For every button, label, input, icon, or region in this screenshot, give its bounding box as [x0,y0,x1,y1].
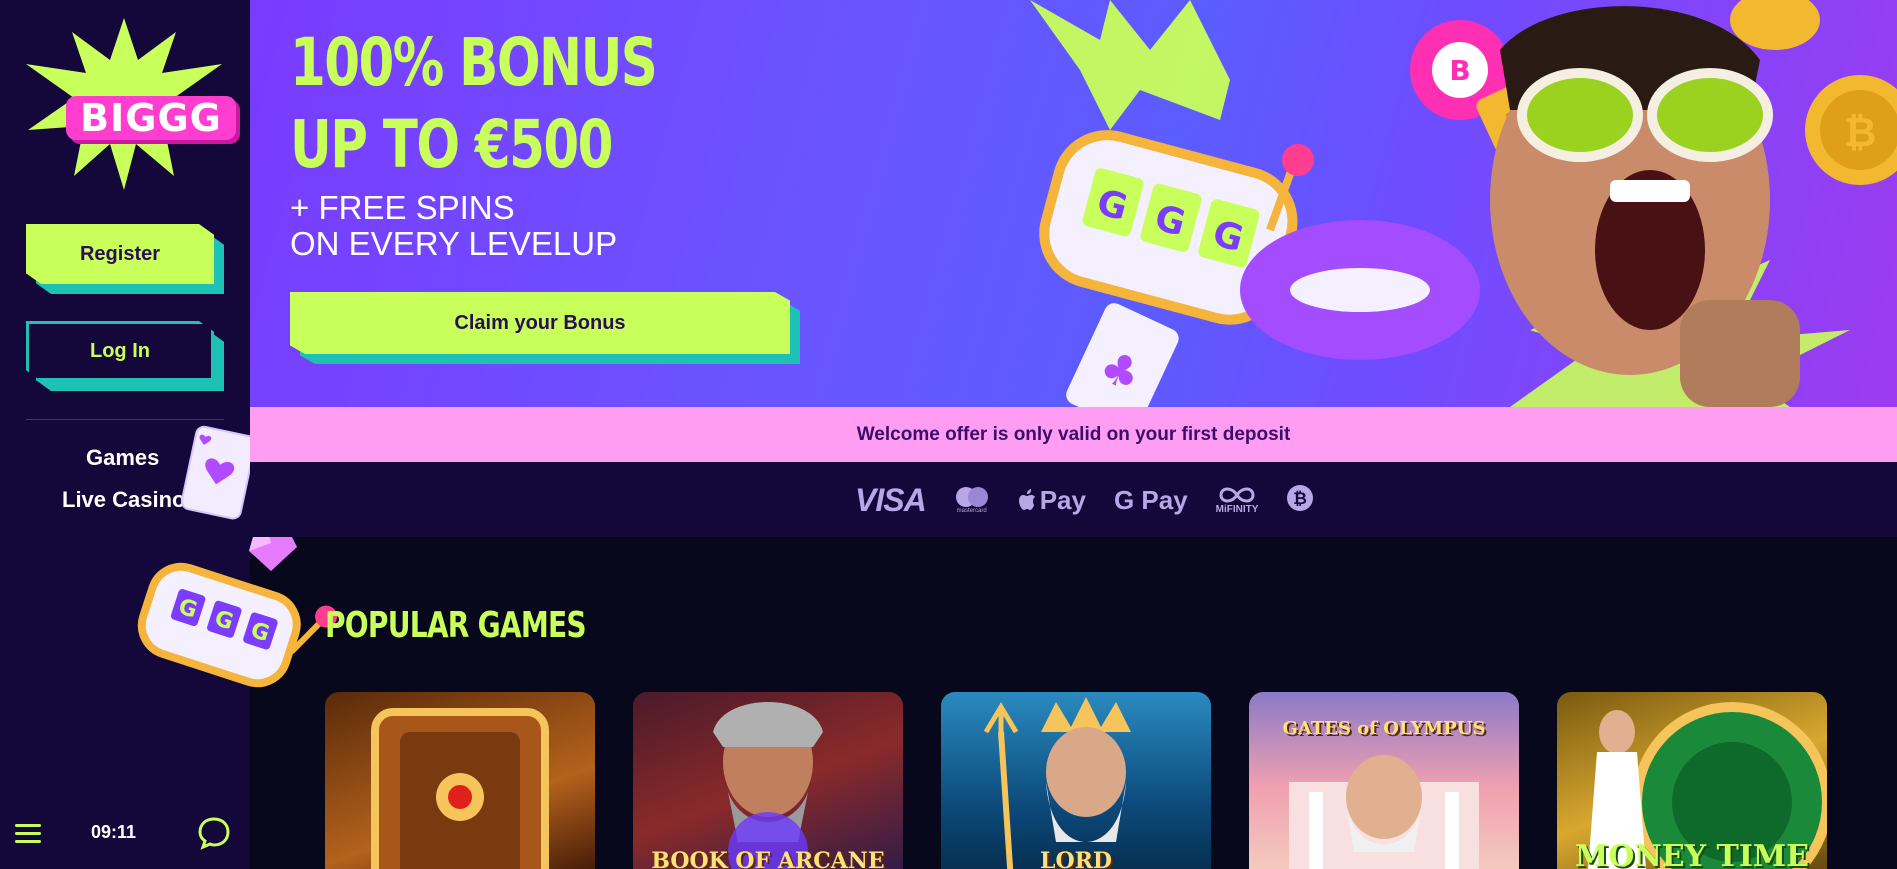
sidebar-divider [26,419,224,420]
svg-text:B: B [1449,54,1470,87]
visa-icon: VISA [855,481,927,518]
sidebar-item-live-casino[interactable]: Live Casino [62,487,185,513]
clock-time: 09:11 [91,822,137,842]
game-title: GATES of OLYMPUS [1282,718,1486,739]
login-button[interactable]: Log In [26,321,214,381]
claim-bonus-button[interactable]: Claim your Bonus [290,292,790,354]
banner-subtitle-line1: + FREE SPINS [290,189,515,226]
sidebar-footer: 09:11 [0,808,250,858]
mifinity-label: MiFINITY [1215,503,1259,515]
game-card[interactable]: MONEY TIME [1557,692,1827,869]
welcome-offer-note: Welcome offer is only valid on your firs… [250,407,1897,462]
sidebar: BIGGG Register Log In Games Live Casino [0,0,338,869]
popular-games-title: POPULAR GAMES [325,605,587,646]
sidebar-item-games[interactable]: Games [86,445,159,471]
banner-title-line2: UP TO €500 [290,106,614,183]
banner-title-line1: 100% BONUS [290,24,658,101]
game-thumbnail [371,708,549,869]
game-card[interactable]: LORD [941,692,1211,869]
game-card[interactable]: BOOK OF ARCANE [633,692,903,869]
mifinity-icon: MiFINITY [1215,486,1259,515]
apple-pay-label: Pay [1039,484,1086,515]
game-card[interactable] [325,692,595,869]
svg-text:₿: ₿ [1844,110,1877,156]
game-title: BOOK OF ARCANE [651,848,885,869]
banner-subtitle-line2: ON EVERY LEVELUP [290,225,618,262]
slot-machine-icon: G G G [137,562,338,688]
chat-icon[interactable] [197,816,231,850]
mastercard-label: mastercard [956,508,987,514]
game-title: MONEY TIME [1575,839,1809,869]
mastercard-icon: mastercard [954,486,990,514]
promo-banner: 100% BONUS UP TO €500 + FREE SPINS ON EV… [250,0,1897,407]
brand-logo[interactable]: BIGGG [24,18,236,193]
hamburger-menu-icon[interactable] [14,822,44,846]
claim-bonus-block: Claim your Bonus [290,292,802,366]
register-button-block: Register [26,224,224,294]
game-card[interactable]: GATES of OLYMPUS [1249,692,1519,869]
bitcoin-icon: ₿ [1286,484,1314,517]
game-title: LORD [1040,848,1112,869]
login-button-block: Log In [26,321,224,391]
svg-text:₿: ₿ [1294,489,1308,509]
banner-artwork: B BIGGG G G G ♣ [1030,0,1897,407]
banner-subtitle: + FREE SPINS ON EVERY LEVELUP [290,190,617,262]
apple-pay-icon: Pay [1018,485,1086,516]
google-pay-icon: G Pay [1113,484,1188,515]
payment-methods-bar: VISA mastercard Pay G Pay MiFINITY ₿ [250,462,1897,537]
banner-title: 100% BONUS UP TO €500 [290,22,658,186]
logo-text: BIGGG [66,96,236,140]
page: BIGGG Register Log In Games Live Casino [0,0,1897,869]
payment-methods-row: VISA mastercard Pay G Pay MiFINITY ₿ [855,480,1314,520]
game-thumbnail [983,697,1131,869]
register-button[interactable]: Register [26,224,214,284]
game-thumbnail [713,702,823,869]
